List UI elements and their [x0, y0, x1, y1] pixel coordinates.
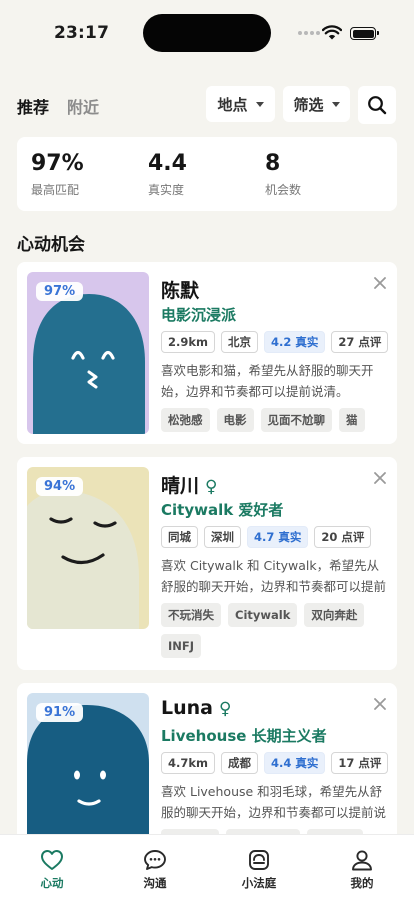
profile-icon — [352, 850, 372, 871]
chat-icon — [144, 850, 166, 870]
rating-chip: 4.2 真实 — [264, 331, 326, 353]
profile-subtitle: Livehouse 长期主义者 — [161, 727, 327, 745]
distance-chip: 2.9km — [161, 331, 216, 353]
city-chip: 北京 — [221, 331, 259, 353]
match-badge: 91% — [36, 703, 84, 722]
info-chips: 2.9km 北京 4.2 真实 27 点评 — [161, 331, 389, 353]
heart-icon — [41, 850, 63, 870]
search-button[interactable] — [358, 86, 396, 124]
tag: Citywalk — [228, 603, 298, 627]
filter-label: 筛选 — [293, 95, 324, 114]
feed-tabs: 推荐 附近 — [17, 94, 99, 118]
caret-down-icon — [255, 101, 264, 107]
status-time: 23:17 — [54, 23, 110, 43]
name-line: 陈默 — [161, 276, 199, 303]
bottom-nav: 心动 沟通 小法庭 我的 — [0, 834, 414, 900]
close-icon[interactable] — [373, 471, 387, 485]
stat-authenticity: 4.4 真实度 — [148, 151, 187, 198]
close-icon[interactable] — [373, 276, 387, 290]
nav-item-chat[interactable]: 沟通 — [120, 849, 190, 891]
name-line: Luna ♀ — [161, 697, 231, 719]
info-chips: 同城 深圳 4.7 真实 20 点评 — [161, 526, 372, 548]
profile-bio: 喜欢 Livehouse 和羽毛球，希望先从舒服的聊天开始，边界和节奏都可以提前… — [161, 784, 387, 820]
profile-bio: 喜欢电影和猫，希望先从舒服的聊天开始，边界和节奏都可以提前说清。 — [161, 363, 374, 399]
avatar[interactable]: 94% — [27, 467, 149, 629]
city-chip: 深圳 — [204, 526, 241, 548]
tag: INFJ — [161, 634, 202, 658]
tag: 电影 — [216, 408, 254, 432]
avatar[interactable]: 91% — [27, 693, 149, 855]
female-icon: ♀ — [205, 477, 218, 497]
match-card[interactable]: 97% 陈默 电影沉浸派 2.9km 北京 4.2 真实 27 点评 喜欢电影和… — [17, 262, 397, 444]
profile-subtitle: Citywalk 爱好者 — [161, 501, 284, 519]
location-filter-label: 地点 — [217, 95, 248, 114]
tab-recommended[interactable]: 推荐 — [17, 94, 49, 118]
info-chips: 4.7km 成都 4.4 真实 17 点评 — [161, 752, 389, 774]
nav-label: 小法庭 — [241, 876, 277, 890]
battery-icon — [350, 27, 379, 40]
filter-button[interactable]: 筛选 — [283, 86, 350, 122]
profile-subtitle: 电影沉浸派 — [161, 306, 237, 324]
stat-label: 最高匹配 — [31, 183, 80, 197]
profile-name: 陈默 — [161, 280, 200, 302]
tag: 双向奔赴 — [304, 603, 365, 627]
reviews-chip[interactable]: 27 点评 — [331, 331, 389, 353]
section-title: 心动机会 — [17, 235, 85, 255]
nav-item-court[interactable]: 小法庭 — [224, 849, 294, 891]
city-chip: 成都 — [221, 752, 259, 774]
distance-chip: 同城 — [161, 526, 198, 548]
nav-label: 心动 — [40, 876, 64, 890]
profile-name: 晴川 — [161, 475, 200, 497]
stat-top-match: 97% 最高匹配 — [31, 151, 84, 198]
tab-nearby[interactable]: 附近 — [67, 94, 99, 118]
stat-value: 97% — [31, 151, 84, 176]
court-icon — [249, 850, 269, 870]
stat-value: 4.4 — [148, 151, 187, 176]
nav-label: 沟通 — [143, 876, 167, 890]
name-line: 晴川 ♀ — [161, 471, 217, 498]
nav-item-profile[interactable]: 我的 — [327, 849, 397, 891]
tag: 不玩消失 — [161, 603, 221, 627]
tag-list: 松弛感 电影 见面不尬聊 猫 — [161, 408, 389, 432]
avatar[interactable]: 97% — [27, 272, 149, 434]
rating-chip: 4.4 真实 — [264, 752, 326, 774]
search-icon — [368, 96, 387, 115]
dynamic-island — [143, 14, 271, 52]
profile-name: Luna — [161, 697, 213, 719]
tag: 松弛感 — [161, 408, 210, 432]
stats-panel: 97% 最高匹配 4.4 真实度 8 机会数 — [17, 137, 397, 211]
stat-label: 机会数 — [265, 183, 302, 197]
caret-down-icon — [331, 101, 340, 107]
match-badge: 94% — [36, 477, 84, 496]
tag-list: 不玩消失 Citywalk 双向奔赴 INFJ — [161, 603, 389, 658]
stat-label: 真实度 — [148, 183, 185, 197]
tag: 见面不尬聊 — [260, 408, 332, 432]
cellular-signal-icon — [298, 31, 320, 35]
distance-chip: 4.7km — [161, 752, 216, 774]
close-icon[interactable] — [373, 697, 387, 711]
rating-chip: 4.7 真实 — [247, 526, 309, 548]
female-icon: ♀ — [218, 699, 232, 719]
location-filter-button[interactable]: 地点 — [206, 86, 275, 122]
match-badge: 97% — [36, 282, 84, 301]
wifi-icon — [322, 25, 342, 40]
nav-label: 我的 — [350, 876, 374, 890]
stat-opportunities: 8 机会数 — [265, 151, 301, 198]
nav-item-heartbeat[interactable]: 心动 — [17, 849, 87, 891]
reviews-chip[interactable]: 17 点评 — [331, 752, 389, 774]
match-card[interactable]: 94% 晴川 ♀ Citywalk 爱好者 同城 深圳 4.7 真实 20 点评… — [17, 457, 397, 670]
tag: 猫 — [339, 408, 365, 432]
status-bar: 23:17 — [0, 0, 414, 62]
stat-value: 8 — [265, 151, 281, 176]
profile-bio: 喜欢 Citywalk 和 Citywalk，希望先从舒服的聊天开始，边界和节奏… — [161, 558, 387, 594]
reviews-chip[interactable]: 20 点评 — [314, 526, 372, 548]
